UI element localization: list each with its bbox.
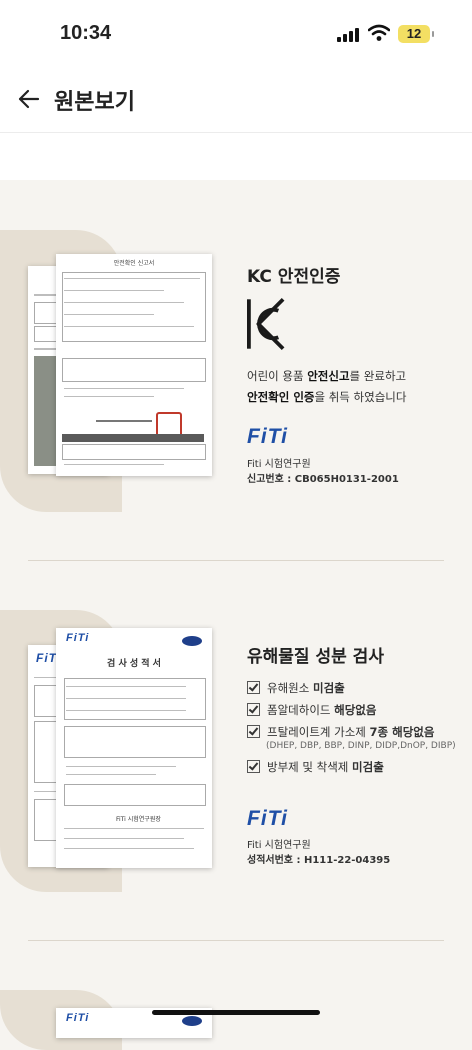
checkbox-icon xyxy=(247,703,260,716)
report-doc-org: FiTi 시험연구원장 xyxy=(116,816,161,823)
battery-icon: 12 xyxy=(398,25,434,43)
kc-document-front[interactable]: 안전확인 신고서 xyxy=(56,254,212,476)
arrow-left-icon[interactable] xyxy=(16,86,42,112)
check-item: 유해원소 미검출 xyxy=(247,680,345,696)
checkbox-icon xyxy=(247,725,260,738)
kc-mark-icon xyxy=(247,297,285,351)
check-item: 방부제 및 착색제 미검출 xyxy=(247,759,384,775)
wifi-icon xyxy=(368,24,390,41)
signal-icon xyxy=(337,28,359,42)
top-spacer xyxy=(0,133,472,180)
checkbox-icon xyxy=(247,760,260,773)
fiti-logo: FiTi xyxy=(247,807,288,830)
kc-description: 어린이 용품 안전신고를 완료하고 안전확인 인증을 취득 하였습니다 xyxy=(247,369,407,404)
harmful-reg-number: 성적서번호 : H111-22-04395 xyxy=(247,855,391,866)
status-time: 10:34 xyxy=(60,22,112,44)
check-item: 폼알데하이드 해당없음 xyxy=(247,702,376,718)
status-bar: 10:34 12 xyxy=(0,0,472,64)
section-divider xyxy=(28,560,444,561)
report-doc-title: 검 사 성 적 서 xyxy=(107,659,161,669)
check-item: 프탈레이트계 가소제 7종 해당없음 xyxy=(247,724,434,740)
kc-reg-number: 신고번호 : CB065H0131-2001 xyxy=(247,474,399,485)
section-divider xyxy=(28,940,444,941)
harmful-org: Fiti 시험연구원 xyxy=(247,840,311,851)
checkbox-icon xyxy=(247,681,260,694)
test-report-front[interactable]: FiTi 검 사 성 적 서 FiTi 시험연구원장 xyxy=(56,628,212,868)
app-bar: 원본보기 xyxy=(0,64,472,133)
page-title: 원본보기 xyxy=(54,90,135,115)
kc-doc-title: 안전확인 신고서 xyxy=(113,260,155,267)
phthalate-list: (DHEP, DBP, BBP, DINP, DIDP,DnOP, DIBP) xyxy=(266,741,456,751)
fiti-logo: FiTi xyxy=(247,425,288,448)
harmful-title: 유해물질 성분 검사 xyxy=(247,647,384,667)
home-indicator xyxy=(152,1010,320,1015)
kc-org: Fiti 시험연구원 xyxy=(247,459,311,470)
battery-level: 12 xyxy=(406,26,422,41)
kc-title: KC 안전인증 xyxy=(247,267,341,287)
